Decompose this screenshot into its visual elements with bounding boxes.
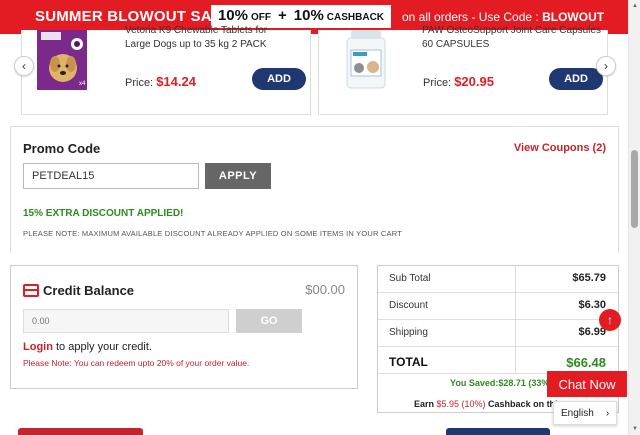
page-scrollbar[interactable]: ▲ ▼ [628,0,640,435]
login-prompt-text: to apply your credit. [52,341,152,353]
go-button[interactable]: GO [236,309,302,333]
view-coupons-link[interactable]: View Coupons (2) [514,142,606,154]
apply-button[interactable]: APPLY [205,163,271,189]
svg-text:x4: x4 [79,81,86,87]
product-card: x4 Vetoria K9 Chewable Tablets for Large… [21,25,311,115]
product-price-line: Price: $20.95 [423,74,494,89]
cashback-earn-text: Earn $5.95 (10%) Cashback on this [414,399,563,409]
promo-code-input[interactable] [23,163,199,189]
totals-row: Sub Total $65.79 [378,266,618,293]
add-to-cart-button[interactable]: ADD [252,68,306,90]
banner-code: BLOWOUT [542,10,605,24]
product-image [346,30,386,89]
product-price: $14.24 [156,74,196,89]
totals-label: Discount [389,300,428,311]
you-saved-text: You Saved:$28.71 (33%) [450,378,553,388]
language-label: English [561,407,594,419]
promo-note: PLEASE NOTE: MAXIMUM AVAILABLE DISCOUNT … [23,229,402,238]
totals-row-grand: TOTAL $66.48 [378,347,618,374]
scroll-to-top-icon[interactable]: ↑ [599,309,621,331]
earn-prefix: Earn [414,399,437,409]
banner-cashback-label: CASHBACK [326,12,385,23]
product-price-line: Price: $14.24 [125,74,196,89]
earn-suffix: Cashback on this [485,399,563,409]
banner-cashback-pct: 10% [293,7,324,24]
login-link[interactable]: Login [23,341,53,353]
total-value: $66.48 [566,355,606,370]
totals-value: $65.79 [572,272,606,284]
earn-amount: $5.95 (10%) [436,399,486,409]
add-to-cart-button[interactable]: ADD [549,68,603,90]
credit-balance-title: Credit Balance [43,283,135,298]
promo-code-title: Promo Code [23,141,101,156]
price-label: Price: [125,77,154,89]
chat-now-button[interactable]: Chat Now [547,371,627,397]
redeem-note: Please Note: You can redeem upto 20% of … [23,358,250,368]
totals-row: Shipping $6.99 [378,320,618,347]
carousel-next-icon[interactable]: › [596,56,616,76]
carousel-prev-icon[interactable]: ‹ [14,56,34,76]
promo-code-section: Promo Code View Coupons (2) APPLY 15% EX… [10,126,619,253]
login-prompt: Login to apply your credit. [23,341,152,353]
scroll-up-icon[interactable]: ▲ [631,2,639,10]
recommended-carousel: x4 Vetoria K9 Chewable Tablets for Large… [0,25,628,126]
banner-off-label: OFF [251,12,271,23]
banner-title: SUMMER BLOWOUT SALE! [35,8,237,25]
product-price: $20.95 [454,74,494,89]
chevron-right-icon: › [605,407,610,419]
totals-value: $6.30 [578,299,606,311]
total-label: TOTAL [389,355,428,369]
banner-plus: + [278,7,287,24]
credit-card-icon [23,284,39,297]
bottom-button-red[interactable] [18,428,143,435]
scrollbar-thumb[interactable] [631,150,638,228]
banner-off-pct: 10% [217,7,248,24]
totals-label: Shipping [389,327,428,338]
discount-applied-message: 15% EXTRA DISCOUNT APPLIED! [23,208,184,219]
totals-label: Sub Total [389,273,431,284]
banner-tail-text: on all orders - Use Code : [402,10,539,24]
scroll-down-icon[interactable]: ▼ [631,425,639,433]
product-card: PAW OsteoSupport Joint Care Capsules 60 … [318,25,608,115]
banner-tail: on all orders - Use Code : BLOWOUT [402,10,604,24]
credit-balance-box: Credit Balance $00.00 GO Login to apply … [10,265,358,389]
credit-amount-input[interactable] [23,309,229,333]
bottom-button-blue[interactable] [446,428,550,435]
price-label: Price: [423,77,452,89]
totals-row: Discount $6.30 [378,293,618,320]
product-name[interactable]: Vetoria K9 Chewable Tablets for Large Do… [125,24,295,52]
product-name[interactable]: PAW OsteoSupport Joint Care Capsules 60 … [422,24,602,52]
credit-balance-amount: $00.00 [305,282,345,297]
language-selector[interactable]: English › [553,401,617,425]
product-image: x4 [37,30,87,90]
